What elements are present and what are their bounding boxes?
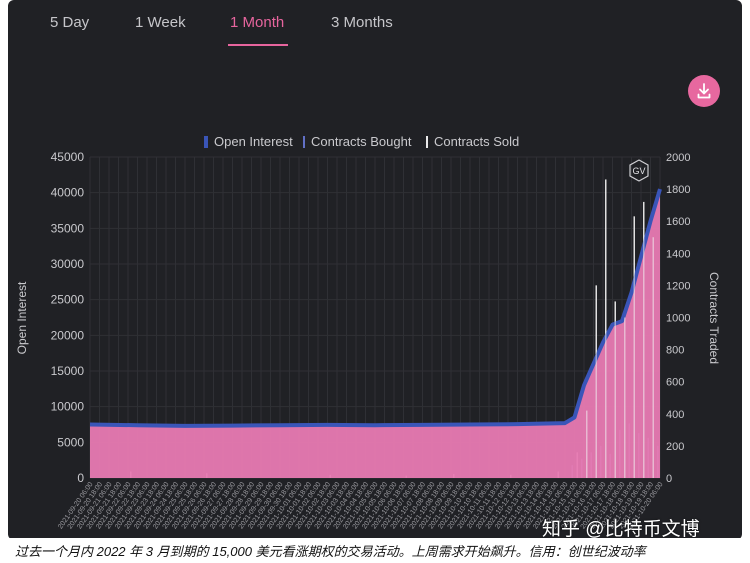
y-left-tick-label: 20000 <box>51 328 85 342</box>
y-left-tick-label: 25000 <box>51 293 85 307</box>
y-right-tick-label: 1200 <box>666 280 690 292</box>
y-left-tick-label: 35000 <box>51 221 85 235</box>
y-right-tick-label: 1800 <box>666 184 690 196</box>
y-right-tick-label: 400 <box>666 409 684 421</box>
y-right-tick-label: 1600 <box>666 216 690 228</box>
chart-panel: 5 Day 1 Week 1 Month 3 Months Open Inter… <box>8 0 742 540</box>
y-left-tick-label: 30000 <box>51 257 85 271</box>
contracts-sold-bar-overlay <box>624 317 626 478</box>
y-axis-right: 0 200 400 600 800 1000 1200 1400 1600 1800 2000 <box>666 152 690 485</box>
y-left-tick-label: 15000 <box>51 364 85 378</box>
open-interest-chart: 0500010000150002000025000300003500040000… <box>15 150 721 530</box>
contracts-sold-bar-overlay <box>595 285 597 478</box>
y-right-tick-label: 800 <box>666 345 684 357</box>
y-right-tick-label: 200 <box>666 441 684 453</box>
y-axis-right-label: Contracts Traded <box>707 272 721 364</box>
contracts-sold-bar-overlay <box>586 410 588 478</box>
y-right-tick-label: 600 <box>666 377 684 389</box>
contracts-sold-bar-overlay <box>605 179 607 478</box>
y-left-tick-label: 10000 <box>51 400 85 414</box>
y-right-tick-label: 1000 <box>666 313 690 325</box>
gv-logo-text: GV <box>632 166 645 176</box>
y-right-tick-label: 2000 <box>666 152 690 164</box>
y-left-tick-label: 40000 <box>51 186 85 200</box>
y-axis-left: 0 5000 10000 15000 20000 25000 30000 35000 40000… <box>51 150 85 485</box>
y-left-tick-label: 45000 <box>51 150 85 164</box>
gv-logo: GV <box>629 159 649 182</box>
watermark: 知乎 @比特币文博 <box>542 519 700 540</box>
contracts-sold-bar-overlay <box>633 216 635 478</box>
y-right-tick-label: 1400 <box>666 248 690 260</box>
contracts-sold-bar-overlay <box>614 301 616 478</box>
image-caption: 过去一个月内 2022 年 3 月到期的 15,000 美元看涨期权的交易活动。… <box>15 544 646 559</box>
y-axis-left-label: Open Interest <box>15 281 29 354</box>
y-left-tick-label: 5000 <box>57 435 84 449</box>
contracts-sold-bar-overlay <box>652 237 654 478</box>
y-right-tick-label: 0 <box>666 473 672 485</box>
contracts-sold-bar-overlay <box>643 201 645 478</box>
y-left-tick-label: 0 <box>77 471 84 485</box>
